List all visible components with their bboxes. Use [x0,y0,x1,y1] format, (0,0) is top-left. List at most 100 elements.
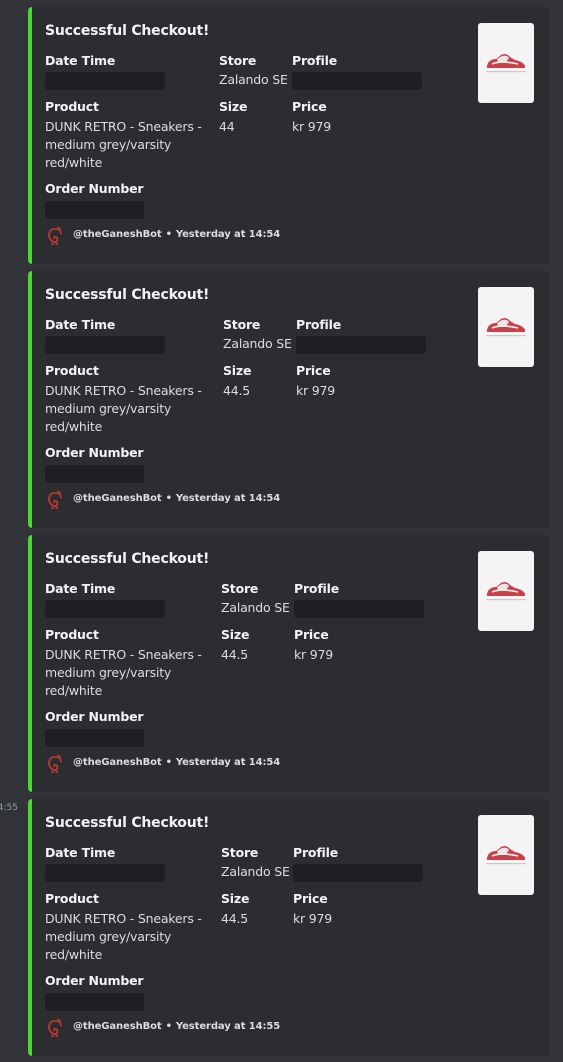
product-line: red/white [45,947,103,962]
field-label-store: Store [223,317,261,332]
field-value-store: Zalando SE [219,72,288,87]
message-timestamp[interactable]: 14:55 [0,803,18,813]
footer-separator: • [165,229,172,240]
field-value-store: Zalando SE [221,864,290,879]
field-value-store: Zalando SE [223,336,292,351]
sneaker-image [486,581,526,601]
footer-author: @theGaneshBot [73,229,162,240]
field-label-date-time: Date Time [45,581,116,596]
redacted-order-number [45,465,144,483]
redacted-order-number [45,729,144,747]
sneaker-image [486,317,526,337]
footer-timestamp: Yesterday at 14:54 [175,493,281,504]
field-label-price: Price [296,363,331,378]
product-line: medium grey/varsity [45,929,172,944]
embed-footer: @theGaneshBot • Yesterday at 14:54 [73,757,280,768]
embed-title: Successful Checkout! [45,23,210,39]
product-line: DUNK RETRO - Sneakers - [45,119,202,134]
field-value-store: Zalando SE [221,600,290,615]
footer-author: @theGaneshBot [73,757,162,768]
field-label-store: Store [221,581,259,596]
field-value-price: kr 979 [296,383,336,398]
field-label-store: Store [221,845,259,860]
field-label-order-number: Order Number [45,709,144,724]
redacted-date-time [45,600,165,618]
field-label-profile: Profile [293,845,338,860]
redacted-profile [293,864,423,882]
field-label-size: Size [221,891,250,906]
embed-title: Successful Checkout! [45,815,210,831]
checkout-embed: Successful Checkout! Date Time Store Zal… [28,271,549,528]
field-value-product: DUNK RETRO - Sneakers - medium grey/varsi… [45,118,202,172]
product-thumbnail[interactable] [478,23,534,103]
embed-footer: @theGaneshBot • Yesterday at 14:55 [73,1021,280,1032]
field-label-order-number: Order Number [45,181,144,196]
field-label-price: Price [292,99,327,114]
checkout-embed: Successful Checkout! Date Time Store Zal… [28,535,549,792]
field-value-size: 44.5 [221,647,249,662]
field-label-size: Size [221,627,250,642]
field-label-product: Product [45,99,99,114]
redacted-profile [296,336,426,354]
product-line: medium grey/varsity [45,401,172,416]
field-label-profile: Profile [292,53,337,68]
product-thumbnail[interactable] [478,287,534,367]
product-line: red/white [45,683,103,698]
field-value-size: 44.5 [223,383,251,398]
field-value-price: kr 979 [293,911,333,926]
ganesh-bot-icon [48,754,62,774]
embed-footer: @theGaneshBot • Yesterday at 14:54 [73,229,280,240]
product-line: red/white [45,419,103,434]
field-label-product: Product [45,891,99,906]
field-value-product: DUNK RETRO - Sneakers - medium grey/varsi… [45,646,202,700]
footer-timestamp: Yesterday at 14:55 [175,1021,281,1032]
sneaker-image [486,845,526,865]
field-value-price: kr 979 [292,119,332,134]
field-label-date-time: Date Time [45,317,116,332]
footer-timestamp: Yesterday at 14:54 [175,757,281,768]
footer-separator: • [165,493,172,504]
field-label-order-number: Order Number [45,445,144,460]
ganesh-bot-icon [48,490,62,510]
footer-timestamp: Yesterday at 14:54 [175,229,281,240]
field-value-price: kr 979 [294,647,334,662]
product-line: medium grey/varsity [45,665,172,680]
footer-separator: • [165,1021,172,1032]
product-line: medium grey/varsity [45,137,172,152]
ganesh-bot-icon [48,1018,62,1038]
product-thumbnail[interactable] [478,551,534,631]
field-label-product: Product [45,627,99,642]
footer-separator: • [165,757,172,768]
redacted-date-time [45,864,165,882]
product-line: DUNK RETRO - Sneakers - [45,647,202,662]
redacted-order-number [45,993,144,1011]
field-label-product: Product [45,363,99,378]
product-line: DUNK RETRO - Sneakers - [45,911,202,926]
redacted-profile [292,72,422,90]
checkout-embed: Successful Checkout! Date Time Store Zal… [28,7,549,264]
field-label-size: Size [223,363,252,378]
redacted-order-number [45,201,144,219]
product-thumbnail[interactable] [478,815,534,895]
product-line: DUNK RETRO - Sneakers - [45,383,202,398]
field-label-store: Store [219,53,257,68]
field-value-size: 44 [219,119,235,134]
footer-author: @theGaneshBot [73,1021,162,1032]
field-label-price: Price [294,627,329,642]
field-label-size: Size [219,99,248,114]
redacted-profile [294,600,424,618]
field-value-product: DUNK RETRO - Sneakers - medium grey/varsi… [45,382,202,436]
ganesh-bot-icon [48,226,62,246]
field-label-profile: Profile [294,581,339,596]
field-label-profile: Profile [296,317,341,332]
message-feed: 14:55 Successful Checkout! Date Time Sto… [0,0,563,1062]
product-line: red/white [45,155,103,170]
field-label-order-number: Order Number [45,973,144,988]
field-label-date-time: Date Time [45,845,116,860]
redacted-date-time [45,336,165,354]
field-value-size: 44.5 [221,911,249,926]
field-label-price: Price [293,891,328,906]
embed-footer: @theGaneshBot • Yesterday at 14:54 [73,493,280,504]
field-value-product: DUNK RETRO - Sneakers - medium grey/varsi… [45,910,202,964]
sneaker-image [486,53,526,73]
